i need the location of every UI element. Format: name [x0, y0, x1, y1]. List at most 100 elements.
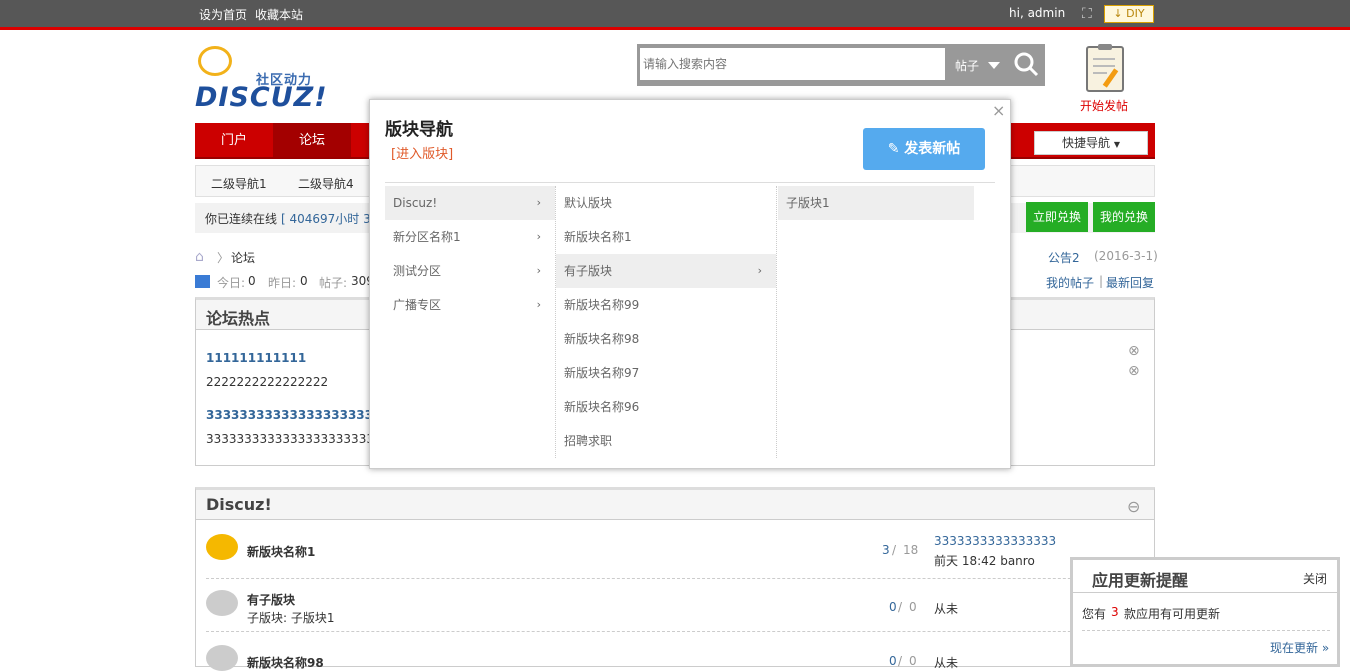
update-now-link[interactable]: 现在更新 »: [1270, 639, 1329, 656]
chevron-right-icon: ›: [536, 196, 541, 209]
exchange-button[interactable]: 立即兑换: [1026, 202, 1088, 232]
forum-new-icon: [206, 534, 238, 560]
category-label: Discuz!: [393, 196, 438, 210]
category-label: 广播专区: [393, 298, 442, 312]
divider: [1082, 630, 1330, 631]
my-posts-link[interactable]: 我的帖子: [1046, 274, 1094, 291]
popup-title: 版块导航: [385, 120, 453, 140]
posts-label: 帖子:: [319, 276, 348, 290]
divider: [385, 182, 995, 183]
forum-icon: [206, 590, 238, 616]
category-item[interactable]: 新分区名称1 ›: [385, 220, 555, 254]
today-label: 今日:: [217, 276, 246, 290]
forum-name[interactable]: 新版块名称98: [247, 654, 324, 671]
new-post-button[interactable]: ✎ 发表新帖: [863, 128, 985, 170]
board-item[interactable]: 新版块名称97: [556, 356, 776, 390]
forum-threads: 0: [889, 600, 897, 614]
diy-button[interactable]: ↓ DIY: [1104, 5, 1154, 23]
category-label: 新分区名称1: [393, 230, 461, 244]
collapse-icon[interactable]: ⊖: [1127, 497, 1140, 516]
update-count: 3: [1111, 605, 1119, 619]
chevron-right-icon: ›: [536, 298, 541, 311]
category-label: 测试分区: [393, 264, 442, 278]
board-item[interactable]: 默认版块: [556, 186, 776, 220]
latest-reply-link[interactable]: 最新回复: [1106, 274, 1154, 291]
subboard-item[interactable]: 子版块1: [778, 186, 974, 220]
bookmark-link[interactable]: 收藏本站: [255, 6, 303, 23]
board-item[interactable]: 新版块名称1: [556, 220, 776, 254]
user-greeting[interactable]: hi, admin: [1009, 6, 1065, 20]
hot-item-desc: 33333333333333333333333: [206, 432, 382, 446]
subnav-item-4[interactable]: 二级导航4: [298, 175, 354, 192]
close-icon[interactable]: ⊗: [1128, 343, 1140, 359]
search-icon[interactable]: [1013, 51, 1039, 77]
chevron-right-icon: ›: [757, 264, 762, 277]
forum-icon: [206, 645, 238, 671]
board-item[interactable]: 新版块名称99: [556, 288, 776, 322]
hot-item-title[interactable]: 333333333333333333333: [206, 408, 381, 422]
chevron-right-icon: ›: [536, 264, 541, 277]
logo-bubble-icon: [198, 46, 232, 76]
discuz-title: Discuz!: [196, 490, 1154, 520]
logo-text[interactable]: DISCUZ!: [195, 82, 328, 113]
quick-nav-label: 快捷导航: [1062, 136, 1111, 150]
new-post-label: 发表新帖: [904, 141, 961, 157]
nav-item-forum[interactable]: 论坛: [273, 123, 351, 157]
forum-last-time: 从未: [934, 656, 959, 670]
search-type-select[interactable]: 帖子: [955, 57, 979, 74]
divider: [206, 578, 1146, 579]
my-exchange-button[interactable]: 我的兑换: [1093, 202, 1155, 232]
category-item[interactable]: Discuz! ›: [385, 186, 555, 220]
home-icon[interactable]: ⌂: [195, 249, 204, 265]
forum-posts: 0: [909, 654, 917, 668]
board-item[interactable]: 新版块名称96: [556, 390, 776, 424]
chevron-right-icon: ›: [536, 230, 541, 243]
category-item[interactable]: 测试分区 ›: [385, 254, 555, 288]
search-input[interactable]: [640, 48, 945, 80]
board-item[interactable]: 招聘求职: [556, 424, 776, 458]
quick-nav-dropdown[interactable]: 快捷导航 ▼: [1034, 131, 1148, 155]
divider: [206, 631, 1146, 632]
divider: [1073, 592, 1337, 593]
update-title: 应用更新提醒: [1092, 571, 1189, 590]
forum-last-time: 前天 18:42 banro: [934, 554, 1035, 568]
stats-chart-icon: [195, 275, 210, 288]
hot-item-title[interactable]: 111111111111: [206, 351, 306, 365]
announcement-title[interactable]: 公告2: [1048, 249, 1080, 266]
yesterday-label: 昨日:: [268, 276, 297, 290]
update-text-post: 款应用有可用更新: [1124, 607, 1221, 621]
forum-name[interactable]: 有子版块: [247, 591, 295, 608]
breadcrumb-current[interactable]: 论坛: [231, 249, 255, 266]
enter-board-link[interactable]: [进入版块]: [391, 143, 453, 162]
board-label: 有子版块: [564, 264, 613, 278]
breadcrumb-separator: 〉: [217, 251, 230, 265]
forum-name[interactable]: 新版块名称1: [247, 543, 315, 560]
set-home-link[interactable]: 设为首页: [199, 6, 247, 23]
close-icon[interactable]: ×: [992, 101, 1005, 120]
update-close-link[interactable]: 关闭: [1303, 570, 1327, 587]
online-text: 你已连续在线: [205, 212, 278, 226]
forum-threads: 3: [882, 543, 890, 557]
discuz-section: Discuz! ⊖ 新版块名称1 3 / 18 3333333333333333…: [195, 487, 1155, 671]
board-item[interactable]: 新版块名称98: [556, 322, 776, 356]
announcement-date: (2016-3-1): [1094, 249, 1158, 263]
clipboard-pen-icon[interactable]: [1086, 44, 1124, 92]
forum-threads: 0: [889, 654, 897, 668]
board-item[interactable]: 有子版块 ›: [556, 254, 776, 288]
forum-posts: 18: [903, 543, 919, 557]
close-icon[interactable]: ⊗: [1128, 363, 1140, 379]
link-separator: |: [1099, 274, 1104, 288]
forum-last-post[interactable]: 3333333333333333: [934, 534, 1056, 548]
nav-item-portal[interactable]: 门户: [195, 123, 273, 157]
category-item[interactable]: 广播专区 ›: [385, 288, 555, 322]
diy-label: DIY: [1126, 7, 1145, 20]
subnav-item-1[interactable]: 二级导航1: [211, 175, 267, 192]
yesterday-count: 0: [300, 274, 308, 288]
start-post-link[interactable]: 开始发帖: [1080, 97, 1128, 114]
sitemap-icon[interactable]: ⛶: [1082, 6, 1098, 22]
today-count: 0: [248, 274, 256, 288]
category-column: Discuz! › 新分区名称1 › 测试分区 › 广播专区 ›: [385, 186, 556, 458]
chevron-down-icon[interactable]: [988, 62, 1000, 69]
forum-subforums[interactable]: 子版块: 子版块1: [247, 609, 335, 626]
board-column: 默认版块 新版块名称1 有子版块 › 新版块名称99 新版块名称98 新版块名称9…: [556, 186, 777, 458]
